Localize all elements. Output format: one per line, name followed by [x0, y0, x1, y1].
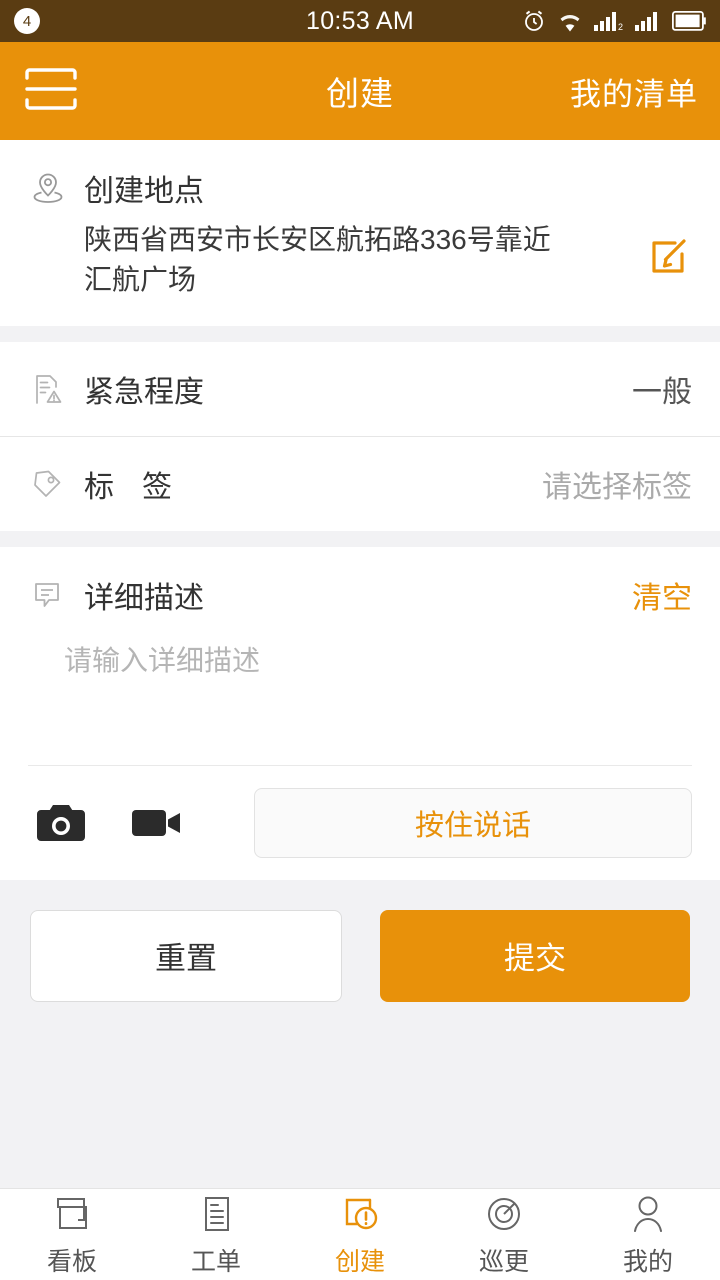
- tab-label-boards: 看板: [46, 1247, 97, 1276]
- patrol-icon: [482, 1192, 526, 1236]
- tag-icon: [28, 465, 76, 503]
- location-card: 创建地点 陕西省西安市长安区航拓路336号靠近汇航广场: [0, 140, 720, 326]
- my-list-button[interactable]: 我的清单: [570, 69, 698, 114]
- tab-workorder[interactable]: 工单: [144, 1192, 288, 1278]
- description-card: 详细描述 清空 请输入详细描述 按住说话: [0, 546, 720, 880]
- wifi-icon: [557, 11, 583, 32]
- content-filler: [0, 1031, 720, 1188]
- submit-button[interactable]: 提交: [380, 909, 690, 1002]
- tab-patrol[interactable]: 巡更: [432, 1192, 576, 1278]
- clear-description-button[interactable]: 清空: [632, 573, 692, 617]
- app-bar: 创建 我的清单: [0, 42, 720, 140]
- svg-text:2: 2: [618, 22, 623, 32]
- tag-row[interactable]: 标签 请选择标签: [0, 437, 720, 531]
- bottom-navigation: 看板 工单 创建 巡更 我的: [0, 1188, 720, 1280]
- hamburger-menu-icon: [24, 67, 78, 116]
- battery-icon: [672, 11, 706, 31]
- description-placeholder: 请输入详细描述: [64, 644, 261, 676]
- urgency-label: 紧急程度: [84, 375, 204, 409]
- comment-icon: [28, 576, 76, 614]
- signal-sim1-icon: [635, 10, 661, 32]
- media-row: 按住说话: [0, 766, 720, 880]
- app-screen: 4 10:53 AM 2 创建 我的清单 创建地点 陕西省西安市长安区航拓路33…: [0, 0, 720, 1280]
- description-label: 详细描述: [84, 581, 204, 615]
- profile-icon: [626, 1192, 670, 1236]
- urgency-value: 一般: [632, 375, 692, 409]
- location-body: 陕西省西安市长安区航拓路336号靠近汇航广场: [0, 210, 720, 326]
- tag-placeholder: 请选择标签: [542, 470, 692, 504]
- boards-icon: [50, 1192, 94, 1236]
- urgency-row[interactable]: 紧急程度 一般: [0, 342, 720, 436]
- camera-icon[interactable]: [28, 796, 94, 850]
- attributes-card: 紧急程度 一般 标签 请选择标签: [0, 341, 720, 531]
- create-icon: [337, 1192, 383, 1236]
- status-bar-icons: 2: [522, 9, 706, 33]
- tab-label-workorder: 工单: [190, 1247, 241, 1276]
- tab-boards[interactable]: 看板: [0, 1192, 144, 1278]
- section-gap: [0, 325, 720, 342]
- alarm-icon: [522, 9, 546, 33]
- tab-create[interactable]: 创建: [288, 1192, 432, 1278]
- status-bar: 4 10:53 AM 2: [0, 0, 720, 42]
- tab-label-create: 创建: [334, 1247, 385, 1276]
- tab-label-patrol: 巡更: [478, 1247, 529, 1276]
- tab-label-profile: 我的: [622, 1247, 673, 1276]
- action-buttons: 重置 提交: [0, 879, 720, 1032]
- hold-to-talk-button[interactable]: 按住说话: [254, 787, 692, 858]
- edit-square-icon[interactable]: [646, 220, 692, 285]
- description-header: 详细描述 清空: [0, 547, 720, 617]
- form-content: 创建地点 陕西省西安市长安区航拓路336号靠近汇航广场 紧急程度 一般 标签 请…: [0, 140, 720, 1188]
- section-gap-2: [0, 530, 720, 547]
- description-input[interactable]: 请输入详细描述: [0, 617, 720, 765]
- hamburger-menu-button[interactable]: [22, 62, 80, 120]
- map-pin-icon: [28, 168, 76, 208]
- workorder-icon: [194, 1192, 238, 1236]
- tab-profile[interactable]: 我的: [576, 1192, 720, 1278]
- location-address: 陕西省西安市长安区航拓路336号靠近汇航广场: [84, 224, 551, 295]
- reset-button[interactable]: 重置: [30, 909, 342, 1002]
- signal-sim2-icon: 2: [594, 10, 624, 32]
- tag-label: 标签: [84, 470, 200, 504]
- location-header: 创建地点: [0, 140, 720, 210]
- document-warning-icon: [28, 370, 76, 408]
- location-label: 创建地点: [84, 175, 204, 208]
- video-camera-icon[interactable]: [124, 796, 190, 850]
